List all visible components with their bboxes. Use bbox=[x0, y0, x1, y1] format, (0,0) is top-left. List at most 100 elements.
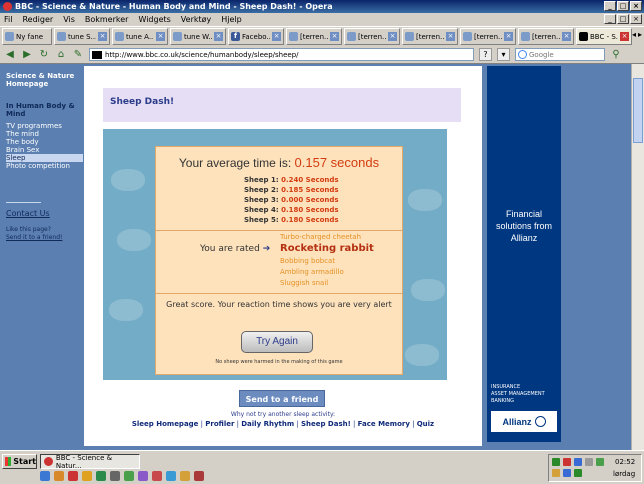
app-icon[interactable] bbox=[152, 471, 162, 481]
help-icon[interactable]: ? bbox=[479, 48, 492, 61]
tab-1[interactable]: tune S... × bbox=[54, 28, 110, 45]
tab-close-icon[interactable]: × bbox=[446, 32, 455, 41]
tab-close-icon[interactable]: × bbox=[156, 32, 165, 41]
window-titlebar: BBC - Science & Nature - Human Body and … bbox=[0, 0, 644, 13]
scrollbar-thumb[interactable] bbox=[633, 78, 643, 143]
tab-2[interactable]: tune A... × bbox=[112, 28, 168, 45]
menu-bookmarks[interactable]: Bokmerker bbox=[85, 15, 129, 24]
search-input[interactable]: Google bbox=[515, 48, 605, 61]
link-sleep-homepage[interactable]: Sleep Homepage bbox=[132, 420, 199, 428]
vertical-scrollbar[interactable] bbox=[631, 64, 644, 450]
back-icon[interactable]: ◀ bbox=[4, 49, 16, 61]
allianz-logo: Allianz bbox=[491, 411, 557, 432]
app-icon[interactable] bbox=[124, 471, 134, 481]
maximize-button[interactable]: □ bbox=[617, 1, 629, 11]
zoom-icon[interactable]: ⚲ bbox=[610, 49, 622, 61]
security-icon[interactable] bbox=[563, 458, 571, 466]
bbc-icon bbox=[579, 32, 588, 41]
minimize-button[interactable]: _ bbox=[604, 1, 616, 11]
menu-tools[interactable]: Verktøy bbox=[181, 15, 211, 24]
tab-6[interactable]: [terren... × bbox=[344, 28, 400, 45]
tray-icon[interactable] bbox=[574, 469, 582, 477]
send-to-friend-link[interactable]: Send it to a friend! bbox=[6, 234, 83, 242]
tab-3[interactable]: tune W... × bbox=[170, 28, 226, 45]
menu-file[interactable]: Fil bbox=[4, 15, 12, 24]
close-button[interactable]: × bbox=[630, 1, 642, 11]
tab-7[interactable]: [terren... × bbox=[402, 28, 458, 45]
menu-edit[interactable]: Rediger bbox=[22, 15, 53, 24]
home-icon[interactable]: ⌂ bbox=[55, 49, 67, 61]
link-quiz[interactable]: Quiz bbox=[417, 420, 434, 428]
link-daily-rhythm[interactable]: Daily Rhythm bbox=[241, 420, 294, 428]
link-sheep-dash[interactable]: Sheep Dash! bbox=[301, 420, 351, 428]
tab-5[interactable]: [terren... × bbox=[286, 28, 342, 45]
nav-item-body[interactable]: The body bbox=[6, 138, 83, 146]
app-icon[interactable] bbox=[194, 471, 204, 481]
volume-icon[interactable] bbox=[585, 458, 593, 466]
sheep-time-row: Sheep 5: 0.180 Seconds bbox=[244, 216, 339, 224]
start-button[interactable]: Start bbox=[2, 454, 37, 469]
address-field[interactable]: http://www.bbc.co.uk/science/humanbody/s… bbox=[89, 48, 474, 61]
tab-close-icon[interactable]: × bbox=[272, 32, 281, 41]
app-icon[interactable] bbox=[110, 471, 120, 481]
link-profiler[interactable]: Profiler bbox=[205, 420, 234, 428]
tray-icon[interactable] bbox=[563, 469, 571, 477]
menu-widgets[interactable]: Widgets bbox=[138, 15, 170, 24]
menu-help[interactable]: Hjelp bbox=[221, 15, 241, 24]
tab-close-icon[interactable]: × bbox=[214, 32, 223, 41]
menu-view[interactable]: Vis bbox=[63, 15, 75, 24]
section-heading[interactable]: In Human Body & Mind bbox=[6, 102, 83, 118]
opera-icon bbox=[44, 457, 53, 466]
taskbar-item-opera[interactable]: BBC - Science & Natur... bbox=[40, 454, 140, 470]
page-viewport: Science & Nature Homepage In Human Body … bbox=[0, 64, 631, 450]
tab-scroll-right-icon[interactable]: ▸ bbox=[638, 30, 642, 39]
tab-8[interactable]: [terren... × bbox=[460, 28, 516, 45]
nav-item-mind[interactable]: The mind bbox=[6, 130, 83, 138]
tab-bar: Ny fane tune S... × tune A... × tune W..… bbox=[0, 26, 644, 46]
sheep-decoration bbox=[111, 169, 145, 191]
link-face-memory[interactable]: Face Memory bbox=[358, 420, 410, 428]
signal-icon[interactable] bbox=[596, 458, 604, 466]
tab-close-icon[interactable]: × bbox=[620, 32, 629, 41]
clock-time[interactable]: 02:52 bbox=[615, 458, 635, 466]
tab-close-icon[interactable]: × bbox=[388, 32, 397, 41]
send-to-friend-button[interactable]: Send to a friend bbox=[239, 390, 325, 407]
page-minimize-button[interactable]: _ bbox=[604, 14, 616, 24]
app-icon[interactable] bbox=[180, 471, 190, 481]
nav-item-brain-sex[interactable]: Brain Sex bbox=[6, 146, 83, 154]
tab-close-icon[interactable]: × bbox=[504, 32, 513, 41]
nav-item-photo-competition[interactable]: Photo competition bbox=[6, 162, 83, 170]
tab-active-bbc[interactable]: BBC - S... × bbox=[576, 28, 632, 45]
edit-icon[interactable]: ✎ bbox=[72, 49, 84, 61]
tab-4[interactable]: f Facebo... × bbox=[228, 28, 284, 45]
contact-link[interactable]: Contact Us bbox=[6, 209, 83, 218]
tab-scroll-left-icon[interactable]: ◂ bbox=[632, 30, 636, 39]
folder-icon[interactable] bbox=[54, 471, 64, 481]
reload-icon[interactable]: ↻ bbox=[38, 49, 50, 61]
sheep-value: 0.000 Seconds bbox=[281, 196, 339, 204]
network-icon[interactable] bbox=[552, 458, 560, 466]
home-link[interactable]: Science & Nature Homepage bbox=[6, 72, 83, 88]
tab-9[interactable]: [terren... × bbox=[518, 28, 574, 45]
tray-icon[interactable] bbox=[552, 469, 560, 477]
app-icon[interactable] bbox=[138, 471, 148, 481]
forward-icon[interactable]: ▶ bbox=[21, 49, 33, 61]
ie-icon[interactable] bbox=[40, 471, 50, 481]
try-again-button[interactable]: Try Again bbox=[241, 331, 313, 353]
gear-icon bbox=[347, 32, 356, 41]
tab-close-icon[interactable]: × bbox=[98, 32, 107, 41]
dropdown-icon[interactable]: ▾ bbox=[497, 48, 510, 61]
tray-icon[interactable] bbox=[574, 458, 582, 466]
nav-item-sleep[interactable]: Sleep bbox=[6, 154, 83, 162]
page-close-button[interactable]: × bbox=[630, 14, 642, 24]
tab-close-icon[interactable]: × bbox=[562, 32, 571, 41]
tab-new[interactable]: Ny fane bbox=[2, 28, 52, 45]
allianz-advert[interactable]: Financial solutions from Allianz INSURAN… bbox=[487, 66, 561, 442]
app-icon[interactable] bbox=[166, 471, 176, 481]
nav-item-tv[interactable]: TV programmes bbox=[6, 122, 83, 130]
tab-close-icon[interactable]: × bbox=[330, 32, 339, 41]
page-restore-button[interactable]: □ bbox=[617, 14, 629, 24]
opera-icon[interactable] bbox=[68, 471, 78, 481]
firefox-icon[interactable] bbox=[82, 471, 92, 481]
app-icon[interactable] bbox=[96, 471, 106, 481]
